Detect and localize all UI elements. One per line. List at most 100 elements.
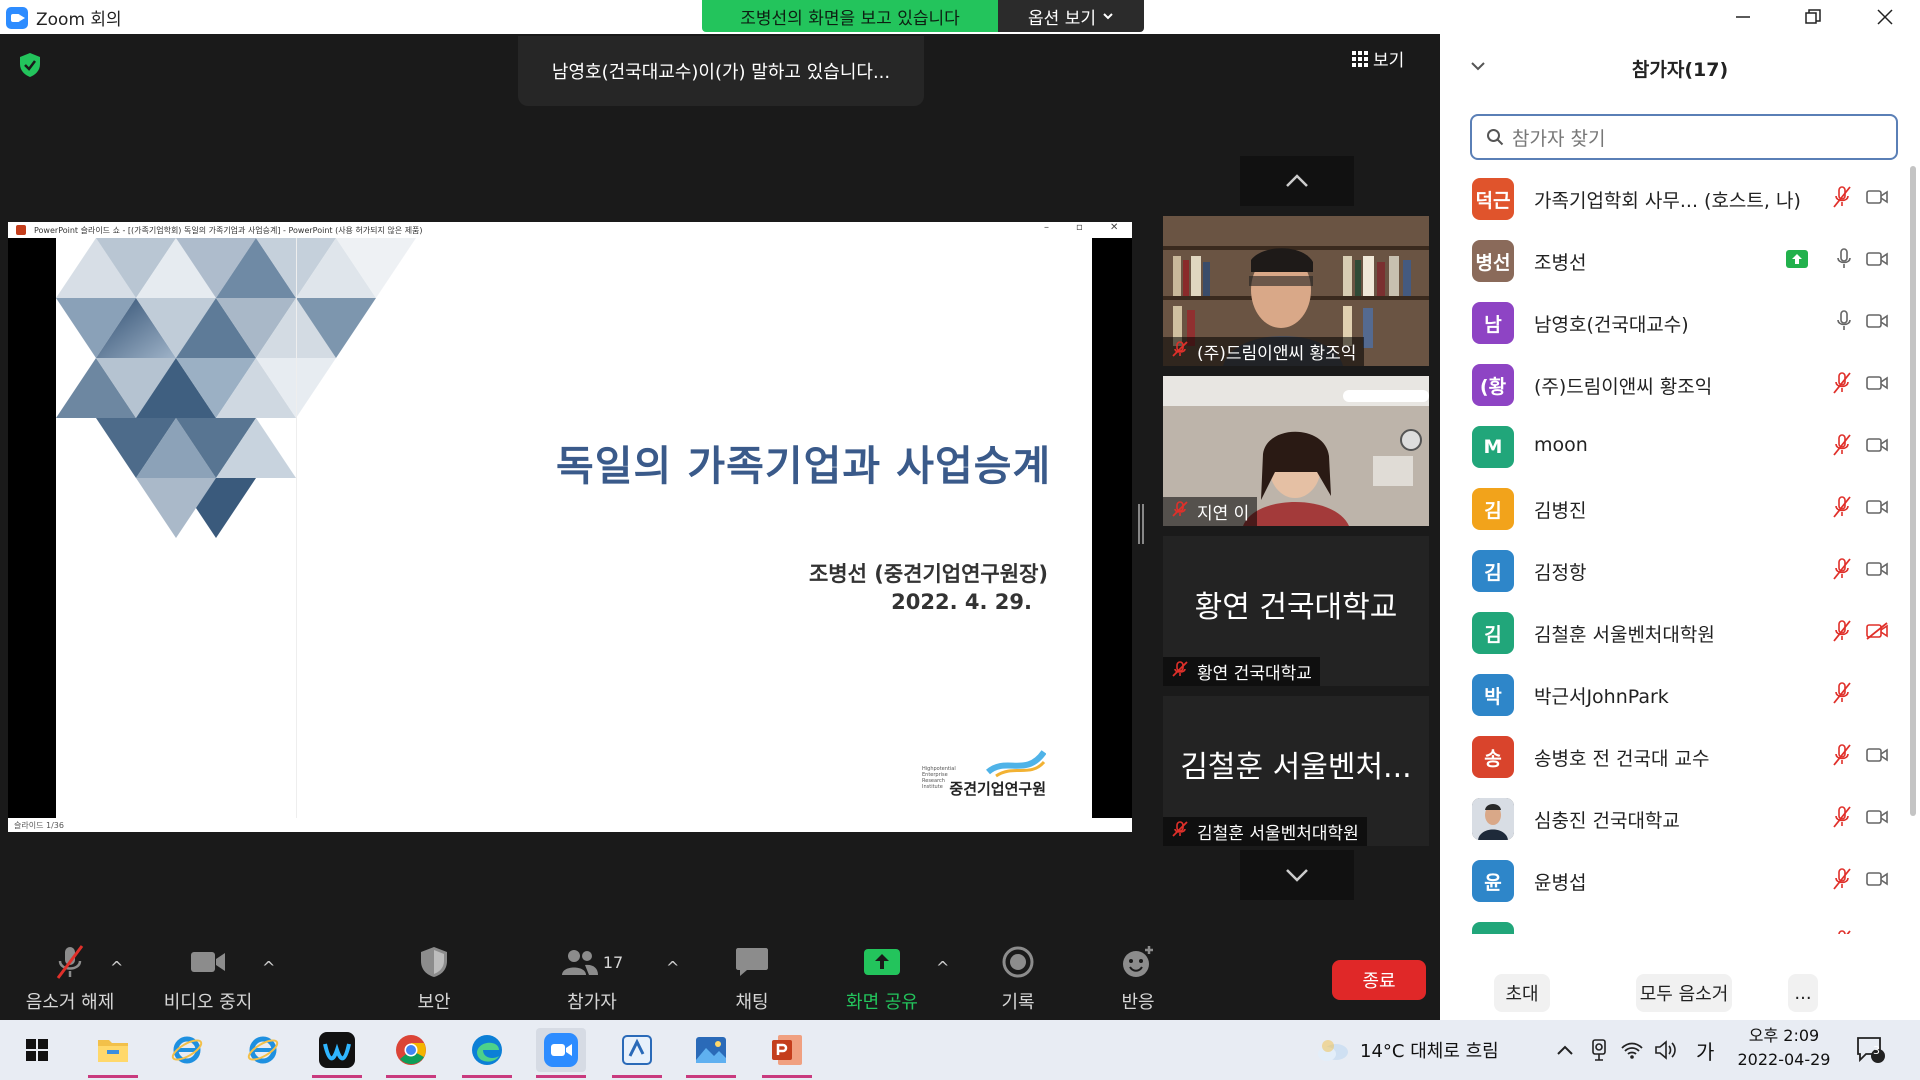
security-button[interactable]: 보안 [364, 940, 504, 1020]
mute-all-button[interactable]: 모두 음소거 [1636, 974, 1732, 1012]
window-title: Zoom 회의 [36, 10, 122, 30]
tray-network-icon[interactable] [1620, 1020, 1644, 1080]
participant-status [1832, 372, 1888, 394]
grid-icon [1352, 50, 1368, 67]
title-bar: Zoom 회의 조병선의 화면을 보고 있습니다 옵션 보기 [0, 0, 1920, 34]
gallery-view-button[interactable]: 보기 [1352, 46, 1404, 71]
video-strip-down-button[interactable] [1240, 850, 1354, 900]
powerpoint-icon [16, 225, 26, 235]
mic-muted-icon [1838, 930, 1851, 934]
participant-row[interactable]: 덕근 가족기업학회 사무... (호스트, 나) [1440, 166, 1910, 228]
taskbar-zoom[interactable] [536, 1028, 586, 1078]
mic-muted-icon [1172, 661, 1188, 677]
mic-muted-icon [1833, 558, 1851, 580]
taskbar-photos[interactable] [686, 1028, 736, 1078]
participants-options-caret-icon[interactable]: ^ [666, 958, 679, 977]
ppt-title-bar: PowerPoint 슬라이드 쇼 - [(가족기업학회) 독일의 가족기업과 … [8, 222, 1132, 238]
participant-row[interactable]: (황 (주)드림이앤씨 황조익 [1440, 352, 1910, 414]
video-tile[interactable]: 황연 건국대학교 황연 건국대학교 [1163, 536, 1429, 686]
start-button[interactable] [12, 1028, 62, 1072]
taskbar-clock[interactable]: 오후 2:09 2022-04-29 [1734, 1024, 1834, 1072]
windows-logo-icon [26, 1039, 48, 1061]
participant-name: 송병호 전 건국대 교수 [1534, 748, 1710, 770]
mic-muted-icon [1172, 341, 1188, 357]
participant-row[interactable]: 김 김철훈 서울벤처대학원 [1440, 600, 1910, 662]
end-meeting-button[interactable]: 종료 [1332, 960, 1426, 1000]
tray-overflow-button[interactable] [1556, 1020, 1574, 1080]
panel-footer: 초대 모두 음소거 ... [1440, 964, 1920, 1020]
participants-button[interactable]: 17 참가자 [522, 940, 662, 1020]
restore-button[interactable] [1778, 0, 1848, 34]
participant-row[interactable]: 병선 조병선 [1440, 228, 1910, 290]
minimize-button[interactable] [1708, 0, 1778, 34]
split-handle[interactable] [1138, 504, 1144, 544]
shared-screen[interactable]: PowerPoint 슬라이드 쇼 - [(가족기업학회) 독일의 가족기업과 … [8, 222, 1132, 832]
chevron-down-icon[interactable] [1470, 60, 1486, 72]
zoom-logo-icon [6, 6, 28, 29]
taskbar-internet-explorer[interactable] [162, 1028, 212, 1072]
internet-explorer-icon [171, 1036, 203, 1064]
invite-button[interactable]: 초대 [1494, 974, 1550, 1012]
ime-indicator[interactable]: 가 [1696, 1020, 1714, 1080]
record-button[interactable]: 기록 [948, 940, 1088, 1020]
audio-options-caret-icon[interactable]: ^ [110, 958, 123, 977]
participant-row[interactable]: 김 김정항 [1440, 538, 1910, 600]
search-icon [1487, 129, 1504, 146]
tray-meet-icon[interactable] [1590, 1020, 1608, 1080]
participant-row[interactable]: 박 박근서JohnPark [1440, 662, 1910, 724]
participant-name: 김병진 [1534, 500, 1587, 522]
video-options-caret-icon[interactable]: ^ [262, 958, 275, 977]
video-tile[interactable]: 김철훈 서울벤처... 김철훈 서울벤처대학원 [1163, 696, 1429, 846]
chevron-down-icon [1103, 13, 1113, 20]
windows-taskbar: 14°C 대체로 흐림 가 오후 2:09 2022-04-29 3 [0, 1020, 1920, 1080]
speaking-notification: 남영호(건국대교수)이(가) 말하고 있습니다... [518, 36, 924, 106]
participant-row[interactable]: 우우주 김 [1440, 910, 1910, 934]
taskbar-webex[interactable] [312, 1028, 362, 1078]
more-options-button[interactable]: ... [1788, 974, 1818, 1012]
chat-button[interactable]: 채팅 [682, 940, 822, 1020]
view-label: 보기 [1373, 51, 1405, 71]
video-placeholder-name: 김철훈 서울벤처... [1180, 750, 1412, 785]
taskbar-powerpoint[interactable] [762, 1028, 812, 1078]
participant-status [1836, 310, 1888, 332]
participant-name: 박근서JohnPark [1534, 686, 1669, 708]
mic-muted-icon [1833, 744, 1851, 766]
weather-text: 14°C 대체로 흐림 [1360, 1041, 1499, 1062]
participant-name: moon [1534, 434, 1588, 456]
view-options-button[interactable]: 옵션 보기 [998, 0, 1144, 32]
tray-volume-icon[interactable] [1654, 1020, 1678, 1080]
meeting-area: 남영호(건국대교수)이(가) 말하고 있습니다... 보기 PowerPoint… [0, 34, 1440, 1020]
taskbar-edge[interactable] [462, 1028, 512, 1078]
close-icon [1877, 9, 1893, 25]
panel-scrollbar[interactable] [1910, 166, 1916, 816]
encryption-shield-icon[interactable] [18, 52, 42, 78]
participant-name: 조병선 [1534, 252, 1587, 274]
taskbar-internet-explorer-2[interactable] [238, 1028, 288, 1072]
stop-video-button[interactable]: 비디오 중지 [138, 940, 278, 1020]
org-logo-icon [986, 750, 1046, 778]
video-camera-icon [1866, 438, 1888, 452]
participant-row[interactable]: 김 김병진 [1440, 476, 1910, 538]
participant-row[interactable]: 윤 윤병섭 [1440, 848, 1910, 910]
video-name-tag: 황연 건국대학교 [1163, 657, 1320, 686]
notification-center-button[interactable]: 3 [1856, 1020, 1886, 1080]
taskbar-chrome[interactable] [386, 1028, 436, 1078]
slide-decoration [56, 238, 416, 538]
video-strip-up-button[interactable] [1240, 156, 1354, 206]
participant-row[interactable]: 송 송병호 전 건국대 교수 [1440, 724, 1910, 786]
participant-row[interactable]: 남 남영호(건국대교수) [1440, 290, 1910, 352]
weather-widget[interactable]: 14°C 대체로 흐림 [1316, 1020, 1499, 1080]
share-banner: 조병선의 화면을 보고 있습니다 [702, 0, 998, 32]
reactions-button[interactable]: 반응 [1068, 940, 1208, 1020]
participant-row[interactable]: 심충진 건국대학교 [1440, 786, 1910, 848]
video-tile[interactable]: (주)드림이앤씨 황조익 [1163, 216, 1429, 366]
participant-row[interactable]: Mmoon [1440, 414, 1910, 476]
unmute-button[interactable]: 음소거 해제 [0, 940, 140, 1020]
close-button[interactable] [1850, 0, 1920, 34]
video-tile[interactable]: 지연 이 [1163, 376, 1429, 526]
share-screen-button[interactable]: 화면 공유 [812, 940, 952, 1020]
taskbar-file-explorer[interactable] [88, 1028, 138, 1078]
taskbar-hwp[interactable] [612, 1028, 662, 1078]
mic-icon [1837, 248, 1851, 268]
participant-search-input[interactable]: 참가자 찾기 [1470, 114, 1898, 160]
